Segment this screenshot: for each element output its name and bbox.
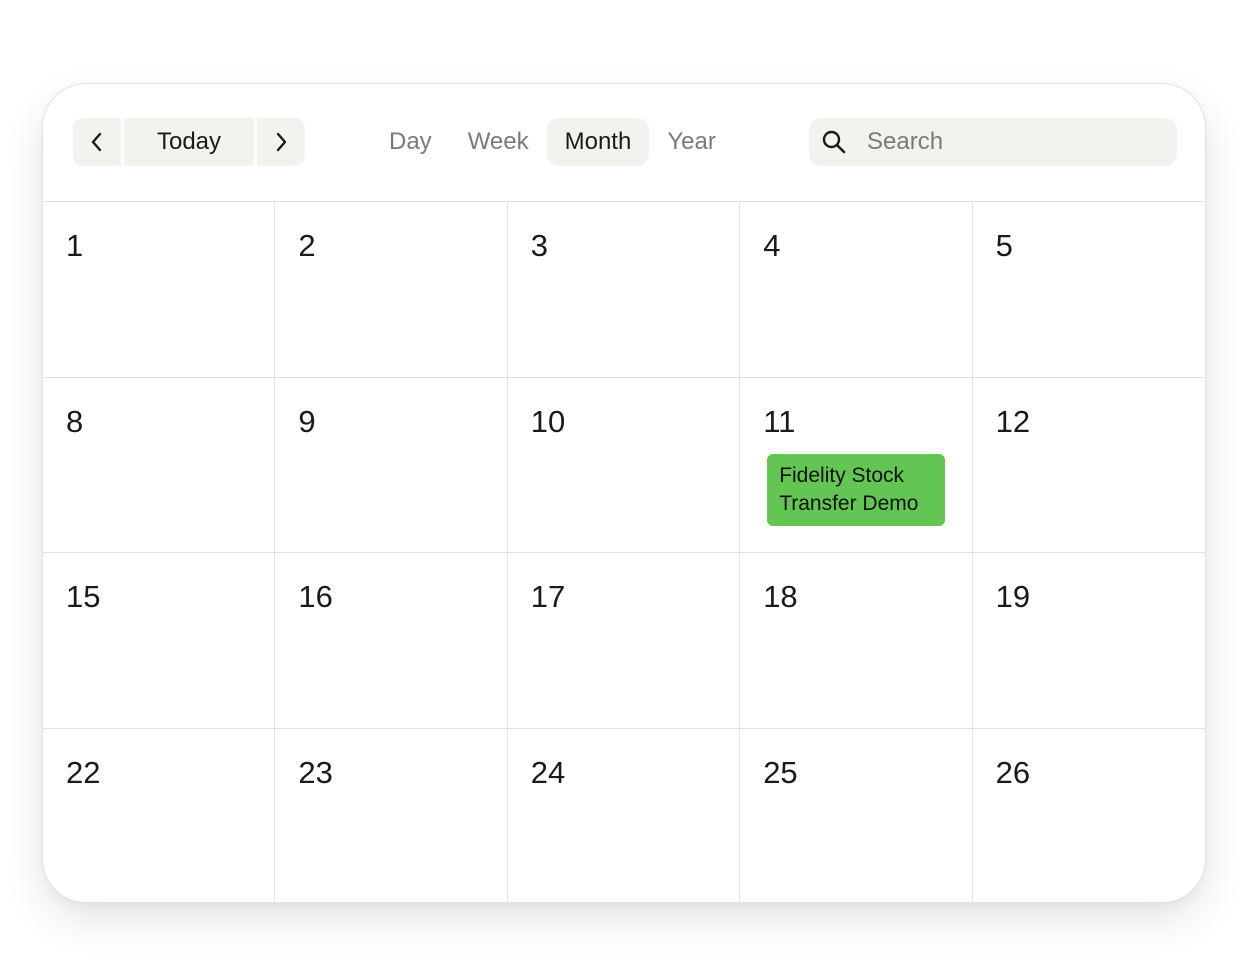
- day-cell[interactable]: 12: [972, 378, 1205, 553]
- calendar-card: Today Day Week Month Year 1 2: [42, 83, 1206, 903]
- month-grid: 1 2 3 4 5 8 9 10 11 Fidelity Stock Trans…: [43, 202, 1205, 903]
- day-number: 11: [763, 403, 796, 439]
- day-number: 5: [995, 228, 1013, 263]
- day-number: 18: [763, 579, 798, 614]
- chevron-left-icon: [91, 132, 102, 152]
- day-cell[interactable]: 1: [43, 202, 276, 378]
- day-number: 10: [530, 403, 566, 439]
- chevron-right-icon: [276, 132, 287, 152]
- day-number: 8: [66, 403, 84, 439]
- day-cell[interactable]: 3: [507, 202, 741, 378]
- tab-year[interactable]: Year: [649, 118, 734, 166]
- day-cell[interactable]: 4: [740, 202, 973, 378]
- day-cell[interactable]: 9: [275, 377, 508, 553]
- tab-week[interactable]: Week: [450, 118, 547, 166]
- view-switcher: Day Week Month Year: [371, 118, 734, 166]
- search-box[interactable]: [809, 118, 1177, 166]
- day-number: 2: [298, 228, 316, 263]
- day-cell[interactable]: 19: [972, 553, 1205, 729]
- day-number: 26: [995, 754, 1031, 790]
- day-cell[interactable]: 8: [43, 377, 276, 553]
- day-number: 12: [995, 403, 1031, 439]
- day-cell[interactable]: 10: [507, 377, 741, 553]
- day-cell[interactable]: 26: [973, 729, 1205, 903]
- tab-month[interactable]: Month: [546, 118, 650, 166]
- day-cell[interactable]: 15: [43, 553, 276, 729]
- day-cell[interactable]: 17: [507, 553, 741, 729]
- tab-day[interactable]: Day: [371, 118, 450, 166]
- day-number: 16: [298, 579, 333, 614]
- day-number: 19: [995, 579, 1031, 614]
- previous-button[interactable]: [73, 118, 121, 166]
- day-number: 17: [530, 579, 566, 614]
- next-button[interactable]: [257, 118, 305, 166]
- day-cell[interactable]: 2: [275, 202, 508, 378]
- day-cell[interactable]: 23: [275, 728, 508, 902]
- search-input[interactable]: [865, 127, 1159, 157]
- day-number: 1: [66, 228, 84, 263]
- day-number: 22: [66, 754, 101, 790]
- date-navigation: Today: [73, 118, 305, 166]
- day-cell[interactable]: 5: [972, 202, 1205, 378]
- day-number: 24: [530, 754, 566, 790]
- day-number: 4: [763, 228, 781, 263]
- day-number: 15: [66, 579, 101, 614]
- day-cell[interactable]: 24: [508, 728, 741, 902]
- day-cell[interactable]: 11 Fidelity Stock Transfer Demo: [740, 377, 973, 553]
- day-cell[interactable]: 25: [740, 728, 973, 902]
- day-number: 25: [763, 754, 798, 790]
- day-cell[interactable]: 16: [275, 553, 508, 729]
- day-cell[interactable]: 18: [740, 553, 973, 729]
- event-fidelity-stock-transfer-demo[interactable]: Fidelity Stock Transfer Demo: [767, 453, 946, 526]
- search-icon: [821, 129, 847, 155]
- day-cell[interactable]: 22: [43, 728, 276, 902]
- day-number: 3: [530, 228, 549, 263]
- day-number: 23: [298, 754, 333, 790]
- calendar-toolbar: Today Day Week Month Year: [43, 84, 1205, 202]
- day-number: 9: [298, 403, 316, 439]
- today-button[interactable]: Today: [124, 118, 254, 166]
